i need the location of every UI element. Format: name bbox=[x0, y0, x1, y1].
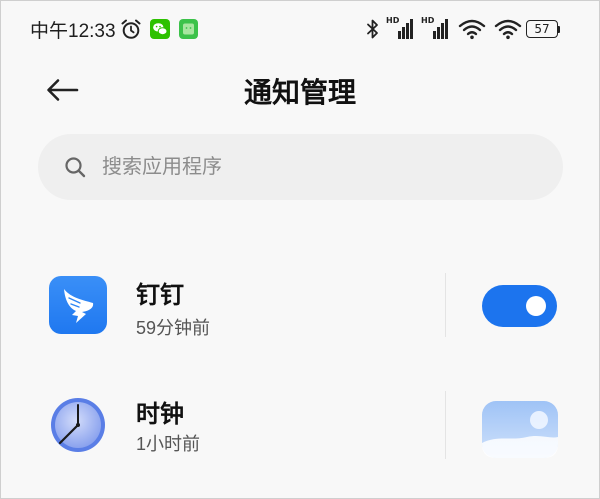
notification-management-screen: 中午12:33 HD HD 57 通知管理 搜索应用程序 钉钉 59分钟前 时钟… bbox=[0, 0, 600, 499]
alarm-icon bbox=[120, 18, 142, 40]
notification-toggle[interactable] bbox=[482, 401, 558, 458]
app-row-dingtalk[interactable]: 钉钉 59分钟前 bbox=[1, 269, 599, 345]
search-icon bbox=[64, 156, 86, 178]
dingtalk-icon bbox=[49, 276, 107, 334]
search-input[interactable] bbox=[102, 134, 542, 200]
bluetooth-icon bbox=[366, 18, 380, 40]
signal-hd-label: HD bbox=[386, 16, 400, 25]
row-divider bbox=[445, 273, 446, 337]
notification-toggle[interactable] bbox=[482, 285, 557, 327]
app-last-notified: 1小时前 bbox=[136, 434, 201, 454]
app-name: 钉钉 bbox=[136, 282, 184, 309]
wifi-icon bbox=[457, 18, 487, 40]
row-divider bbox=[445, 391, 446, 459]
toggle-knob bbox=[526, 296, 546, 316]
app-last-notified: 59分钟前 bbox=[136, 318, 211, 338]
wechat-icon bbox=[150, 19, 170, 39]
app-name: 时钟 bbox=[136, 401, 184, 428]
signal-icon: HD bbox=[386, 16, 416, 41]
app-row-clock[interactable]: 时钟 1小时前 bbox=[1, 389, 599, 461]
wifi-icon bbox=[493, 18, 523, 40]
clock-icon bbox=[49, 396, 107, 454]
status-time: 中午12:33 bbox=[30, 21, 116, 42]
battery-level: 57 bbox=[526, 20, 558, 38]
page-title: 通知管理 bbox=[243, 77, 356, 108]
signal-icon: HD bbox=[421, 16, 451, 41]
battery-tip bbox=[558, 26, 560, 33]
battery-icon: 57 bbox=[526, 20, 560, 39]
message-icon bbox=[179, 19, 198, 39]
signal-hd-label: HD bbox=[421, 16, 435, 25]
search-bar[interactable] bbox=[38, 134, 563, 200]
